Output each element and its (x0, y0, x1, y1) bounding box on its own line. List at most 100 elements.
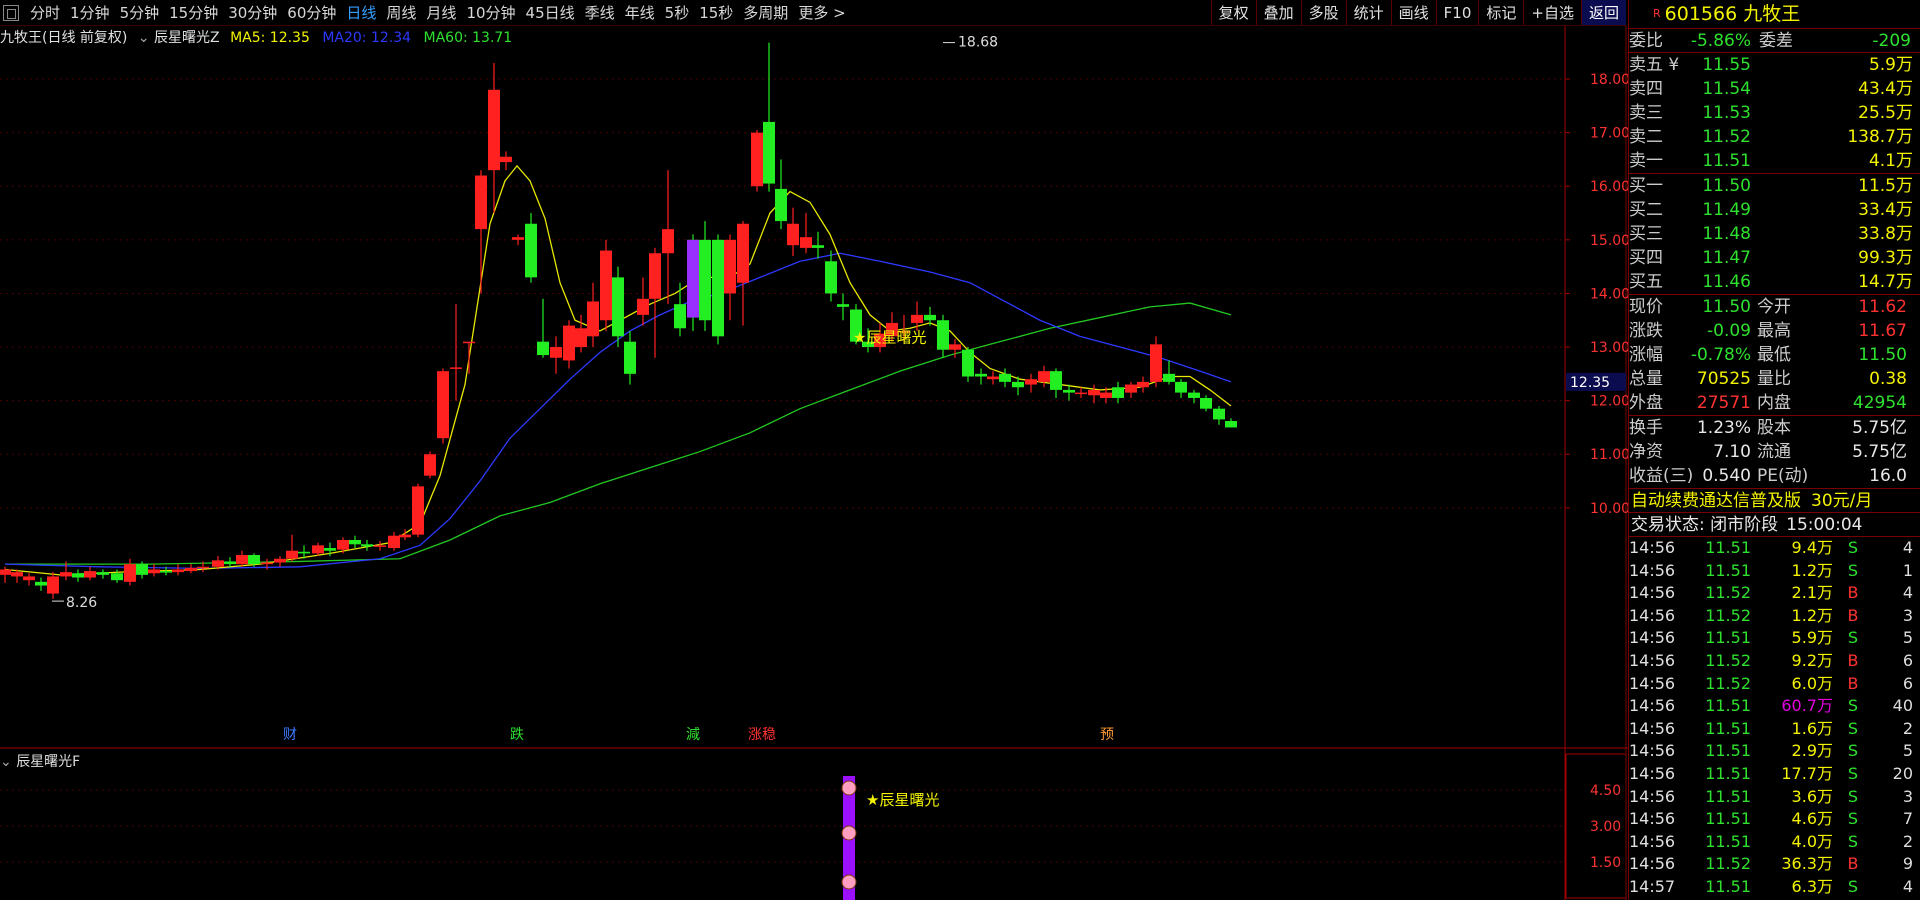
toolbar-button-1[interactable]: 叠加 (1255, 0, 1301, 25)
tab-14[interactable]: 15秒 (694, 0, 738, 25)
ask-row[interactable]: 卖一 11.51 4.1万 (1629, 149, 1920, 173)
tab-4[interactable]: 30分钟 (223, 0, 282, 25)
tab-16[interactable]: 更多 > (793, 0, 850, 25)
ask-label: 卖五 ¥ (1629, 55, 1680, 75)
toolbar-button-6[interactable]: 标记 (1478, 0, 1523, 25)
kline-chart[interactable]: 18.00 17.00 16.00 15.00 14.00 13.00 12.00 11.00… (0, 26, 1628, 900)
ask-row[interactable]: 卖五 ¥ 11.55 5.9万 (1629, 53, 1920, 77)
toolbar-button-3[interactable]: 统计 (1345, 0, 1391, 25)
stat-label: 内盘 (1757, 393, 1791, 413)
ask-price: 11.52 (1702, 127, 1751, 147)
candle-body (136, 564, 148, 575)
candle-body (737, 223, 749, 283)
tab-5[interactable]: 60分钟 (282, 0, 341, 25)
stat-value: 11.50 (1702, 297, 1751, 317)
tick-price: 11.51 (1705, 809, 1751, 829)
candle-body (23, 576, 35, 581)
toolbar-right-buttons: 复权 叠加 多股 统计 画线 F10 标记 +自选 返回 (1210, 0, 1626, 25)
tick-volume: 2.9万 (1791, 741, 1833, 761)
ad-text[interactable]: 自动续费通达信普及版 (1631, 489, 1801, 512)
subchart-title: 辰星曙光F (16, 754, 81, 770)
tab-0[interactable]: 分时 (25, 0, 65, 25)
candle-body (197, 566, 209, 569)
tick-row: 14:57 11.51 6.3万 S 4 (1629, 876, 1920, 899)
tick-time: 14:56 (1629, 605, 1676, 625)
tab-6[interactable]: 日线 (341, 0, 381, 25)
tick-price: 11.52 (1705, 673, 1751, 693)
tab-7[interactable]: 周线 (381, 0, 421, 25)
period-tabs: 分时 1分钟 5分钟 15分钟 30分钟 60分钟 日线 周线 月线 10分钟 45日线 季线 年线 5秒… (25, 0, 851, 25)
bid-volume: 33.4万 (1858, 200, 1913, 220)
ad-price[interactable]: 30元/月 (1811, 489, 1872, 512)
candle-body (124, 564, 136, 582)
candle-body (388, 535, 400, 549)
bid-row[interactable]: 买四 11.47 99.3万 (1629, 246, 1920, 270)
candle-body (274, 558, 286, 563)
tab-2[interactable]: 5分钟 (115, 0, 165, 25)
tab-10[interactable]: 45日线 (521, 0, 580, 25)
ask-row[interactable]: 卖二 11.52 138.7万 (1629, 125, 1920, 149)
candle-body (674, 304, 686, 329)
bid-row[interactable]: 买二 11.49 33.4万 (1629, 198, 1920, 222)
toolbar-button-4[interactable]: 画线 (1390, 0, 1436, 25)
tick-volume: 60.7万 (1781, 696, 1833, 716)
candle-body (825, 261, 837, 294)
candle-body (962, 349, 974, 377)
tick-row: 14:56 11.51 4.6万 S 7 (1629, 808, 1920, 831)
tick-time: 14:56 (1629, 538, 1676, 557)
tick-list[interactable]: 14:56 11.51 9.4万 S 4 14:56 11.51 1.2万 S 1… (1629, 536, 1920, 899)
tab-15[interactable]: 多周期 (738, 0, 793, 25)
toolbar-button-0[interactable]: 复权 (1210, 0, 1256, 25)
candle-body (987, 376, 999, 380)
candle-body (412, 486, 424, 535)
tab-11[interactable]: 季线 (580, 0, 620, 25)
candle-body (261, 562, 273, 565)
chevron-down-icon[interactable]: ⌄ (0, 754, 12, 770)
event-marker: 跌 (510, 727, 524, 743)
candle-body (1075, 392, 1087, 395)
tick-price: 11.51 (1705, 763, 1751, 783)
candle-body (1012, 381, 1024, 388)
tab-9[interactable]: 10分钟 (461, 0, 520, 25)
toolbar-button-2[interactable]: 多股 (1300, 0, 1346, 25)
candle-body (699, 239, 711, 321)
tab-1[interactable]: 1分钟 (65, 0, 115, 25)
tab-12[interactable]: 年线 (620, 0, 660, 25)
bid-volume: 11.5万 (1858, 176, 1913, 196)
toolbar-button-5[interactable]: F10 (1435, 0, 1479, 25)
candle-body (1063, 389, 1075, 393)
stat-row: 涨跌 -0.09 最高 11.67 (1629, 319, 1920, 343)
trade-status: 交易状态: 闭市阶段 15:00:04 (1629, 512, 1920, 536)
candle-body (160, 571, 172, 573)
stat-value: 1.23% (1696, 418, 1751, 438)
tab-13[interactable]: 5秒 (660, 0, 695, 25)
ad-banner[interactable]: 自动续费通达信普及版 30元/月 (1629, 488, 1920, 512)
candle-body (800, 237, 812, 248)
tick-price: 11.52 (1705, 583, 1751, 603)
bid-row[interactable]: 买五 11.46 14.7万 (1629, 270, 1920, 294)
toolbar-button-7[interactable]: +自选 (1523, 0, 1581, 25)
candle-body (1125, 384, 1137, 393)
ask-row[interactable]: 卖四 11.54 43.4万 (1629, 77, 1920, 101)
sub-y-tick-label: 4.50 (1590, 783, 1621, 799)
tick-time: 14:56 (1629, 560, 1676, 580)
ask-row[interactable]: 卖三 11.53 25.5万 (1629, 101, 1920, 125)
tick-row: 14:56 11.52 2.1万 B 4 (1629, 582, 1920, 605)
tab-8[interactable]: 月线 (421, 0, 461, 25)
window-toggle-icon[interactable] (3, 4, 19, 21)
tab-3[interactable]: 15分钟 (164, 0, 223, 25)
candle-body (975, 373, 987, 377)
toolbar-button-8[interactable]: 返回 (1580, 0, 1626, 25)
stat-value: 70525 (1696, 369, 1751, 389)
bid-row[interactable]: 买三 11.48 33.8万 (1629, 222, 1920, 246)
stat-value: 42954 (1852, 393, 1907, 413)
subchart-header: ⌄ 辰星曙光F (0, 752, 80, 772)
bid-price: 11.48 (1702, 224, 1751, 244)
candle-body (212, 560, 224, 567)
stat-label: 涨跌 (1629, 321, 1663, 341)
tick-row: 14:56 11.52 36.3万 B 9 (1629, 853, 1920, 876)
subchart-signal-label: ★辰星曙光 (866, 791, 939, 809)
candle-body (662, 229, 674, 254)
bid-row[interactable]: 买一 11.50 11.5万 (1629, 174, 1920, 198)
stat-value: 11.67 (1858, 321, 1907, 341)
